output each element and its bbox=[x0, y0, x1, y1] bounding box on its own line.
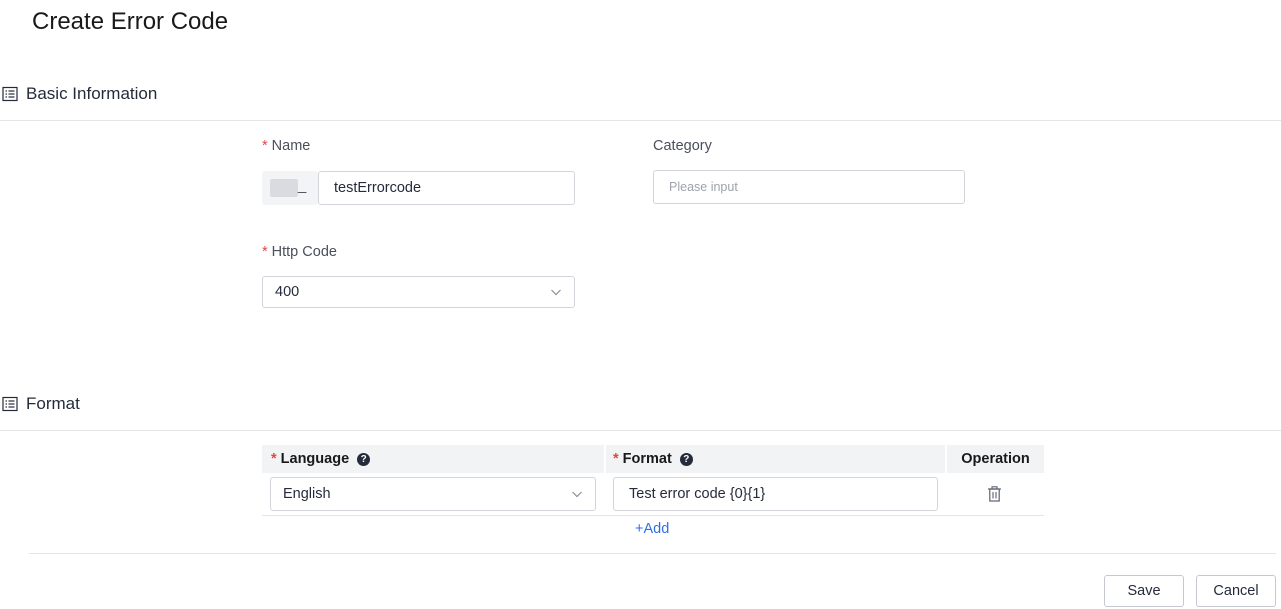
question-circle-icon[interactable]: ? bbox=[357, 452, 371, 466]
section-divider bbox=[0, 120, 1281, 121]
language-value: English bbox=[283, 486, 331, 502]
save-button[interactable]: Save bbox=[1104, 575, 1184, 607]
section-title: Format bbox=[26, 394, 80, 413]
http-code-label-text: Http Code bbox=[271, 244, 337, 260]
name-label: * Name bbox=[262, 138, 310, 154]
name-input-value: testErrorcode bbox=[334, 180, 422, 196]
add-row-link[interactable]: +Add bbox=[635, 521, 669, 537]
name-label-text: Name bbox=[271, 138, 311, 154]
column-header-language: * Language ? bbox=[262, 445, 604, 473]
http-code-select[interactable]: 400 bbox=[262, 276, 575, 308]
question-circle-icon[interactable]: ? bbox=[679, 452, 693, 466]
required-marker: * bbox=[262, 138, 268, 154]
name-input[interactable]: testErrorcode bbox=[318, 171, 575, 205]
trash-icon[interactable] bbox=[987, 486, 1002, 502]
prefix-separator: _ bbox=[298, 177, 307, 194]
language-select[interactable]: English bbox=[270, 477, 596, 511]
category-input[interactable]: Please input bbox=[653, 170, 965, 204]
chevron-down-icon bbox=[572, 491, 582, 498]
table-row-divider bbox=[262, 515, 1044, 516]
required-marker: * bbox=[613, 451, 619, 467]
http-code-value: 400 bbox=[275, 284, 300, 300]
redacted-prefix bbox=[270, 179, 298, 197]
column-label: Format bbox=[622, 451, 672, 467]
category-label: Category bbox=[653, 138, 712, 154]
column-label: Language bbox=[280, 451, 350, 467]
page-title: Create Error Code bbox=[32, 8, 229, 35]
column-header-operation: Operation bbox=[947, 445, 1044, 473]
column-label: Operation bbox=[961, 451, 1030, 467]
section-divider bbox=[0, 430, 1281, 431]
required-marker: * bbox=[262, 244, 268, 260]
required-marker: * bbox=[271, 451, 277, 467]
http-code-label: * Http Code bbox=[262, 244, 337, 260]
category-placeholder: Please input bbox=[669, 180, 738, 194]
list-icon bbox=[2, 396, 18, 412]
format-input-value: Test error code {0}{1} bbox=[629, 486, 766, 502]
name-prefix: _ bbox=[262, 171, 318, 205]
list-icon bbox=[2, 86, 18, 102]
format-header: Format bbox=[2, 394, 80, 414]
column-header-format: * Format ? bbox=[606, 445, 945, 473]
footer-divider bbox=[29, 553, 1276, 554]
basic-information-header: Basic Information bbox=[2, 84, 157, 104]
section-title: Basic Information bbox=[26, 84, 158, 103]
cancel-button[interactable]: Cancel bbox=[1196, 575, 1276, 607]
chevron-down-icon bbox=[551, 289, 561, 296]
format-input[interactable]: Test error code {0}{1} bbox=[613, 477, 938, 511]
